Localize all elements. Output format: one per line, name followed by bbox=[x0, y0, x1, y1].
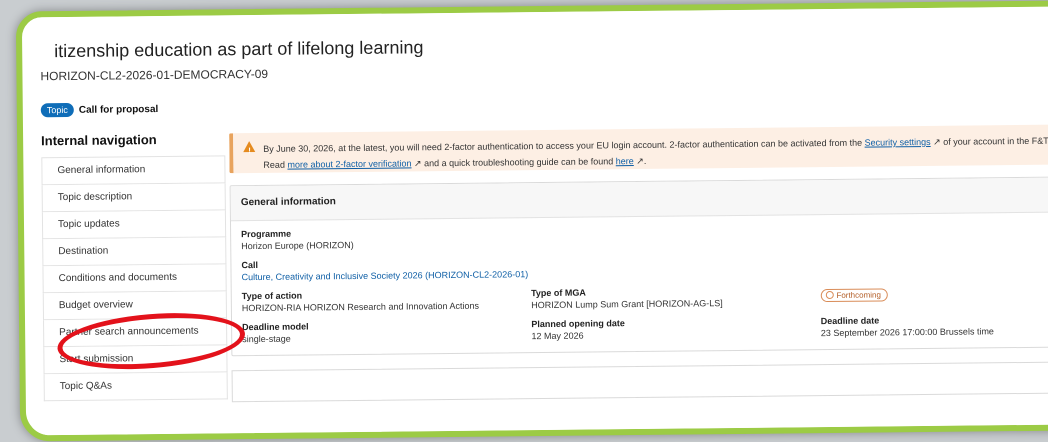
two-factor-alert: ! By June 30, 2026, at the latest, you w… bbox=[229, 124, 1048, 174]
type-of-action: Type of action HORIZON-RIA HORIZON Resea… bbox=[242, 288, 532, 314]
deadline-date: Deadline date 23 September 2026 17:00:00… bbox=[821, 313, 1048, 339]
general-information-card: General information Programme Horizon Eu… bbox=[229, 176, 1048, 357]
external-link-icon: ↗. bbox=[636, 155, 647, 167]
external-link-icon: ↗ bbox=[933, 136, 941, 147]
screenshot-frame: itizenship education as part of lifelong… bbox=[15, 0, 1048, 442]
alert-text-3: and a quick troubleshooting guide can be… bbox=[424, 156, 614, 169]
deadline-model: Deadline model single-stage bbox=[242, 319, 532, 345]
planned-opening: Planned opening date 12 May 2026 bbox=[531, 316, 821, 342]
topic-pill: Topic bbox=[40, 102, 74, 118]
main-content: ! By June 30, 2026, at the latest, you w… bbox=[229, 124, 1048, 403]
sidebar-item-topic-updates[interactable]: Topic updates bbox=[41, 210, 227, 240]
sidebar-item-conditions-documents[interactable]: Conditions and documents bbox=[42, 264, 227, 294]
type-of-mga: Type of MGA HORIZON Lump Sum Grant [HORI… bbox=[531, 285, 821, 311]
card-body: Programme Horizon Europe (HORIZON) Call … bbox=[231, 212, 1048, 355]
opening-value: 12 May 2026 bbox=[531, 330, 584, 342]
security-settings-link[interactable]: Security settings bbox=[865, 137, 931, 148]
alert-text-1: By June 30, 2026, at the latest, you wil… bbox=[263, 137, 863, 154]
clock-icon bbox=[825, 290, 834, 300]
sidebar-item-destination[interactable]: Destination bbox=[42, 237, 227, 267]
external-link-icon: ↗ bbox=[413, 158, 422, 169]
topic-type-row: Topic Call for proposal bbox=[40, 102, 159, 118]
status-badge: Forthcoming bbox=[820, 288, 888, 303]
call-field: Call Culture, Creativity and Inclusive S… bbox=[241, 251, 1048, 283]
next-card bbox=[231, 361, 1048, 403]
sidebar-item-topic-description[interactable]: Topic description bbox=[41, 183, 226, 213]
call-type-label: Call for proposal bbox=[78, 103, 159, 116]
status-column: Forthcoming bbox=[820, 282, 1048, 308]
warning-icon-mark: ! bbox=[248, 146, 251, 156]
more-about-2fa-link[interactable]: more about 2-factor verification bbox=[287, 158, 411, 169]
internal-navigation-title: Internal navigation bbox=[41, 132, 157, 149]
action-row: Type of action HORIZON-RIA HORIZON Resea… bbox=[242, 282, 1048, 314]
page-content: itizenship education as part of lifelong… bbox=[27, 6, 1048, 436]
deadline-value: 23 September 2026 17:00:00 Brussels time bbox=[820, 326, 994, 339]
action-value: HORIZON-RIA HORIZON Research and Innovat… bbox=[241, 300, 480, 314]
topic-identifier: HORIZON-CL2-2026-01-DEMOCRACY-09 bbox=[40, 66, 269, 84]
programme-field: Programme Horizon Europe (HORIZON) bbox=[241, 220, 1048, 252]
deadline-row: Deadline model single-stage Planned open… bbox=[242, 313, 1048, 345]
deadline-model-value: single-stage bbox=[242, 333, 291, 345]
page-title: itizenship education as part of lifelong… bbox=[54, 37, 424, 62]
sidebar-item-general-information[interactable]: General information bbox=[41, 155, 226, 186]
troubleshooting-guide-link[interactable]: here bbox=[616, 156, 634, 166]
sidebar-item-topic-qas[interactable]: Topic Q&As bbox=[43, 372, 228, 402]
mga-value: HORIZON Lump Sum Grant [HORIZON-AG-LS] bbox=[531, 298, 723, 311]
status-badge-label: Forthcoming bbox=[836, 290, 881, 300]
